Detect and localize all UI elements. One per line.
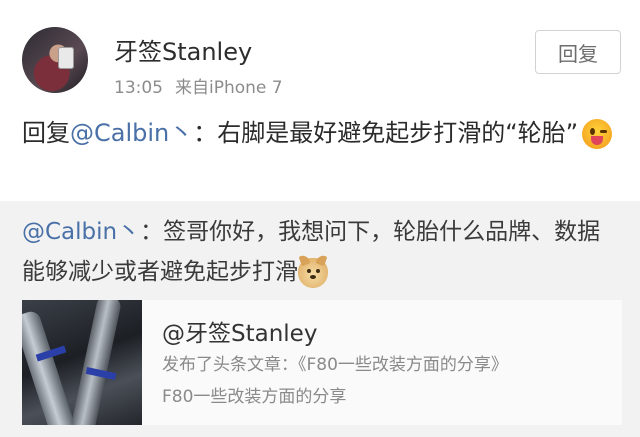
author-name[interactable]: 牙签Stanley (114, 32, 252, 67)
post-meta: 13:05 来自iPhone 7 (114, 73, 283, 98)
doge-emoji-icon (298, 253, 328, 288)
reply-button[interactable]: 回复 (535, 30, 621, 74)
reply-content: 回复@Calbin丶：右脚是最好避免起步打滑的“轮胎” (22, 111, 622, 155)
original-colon: ： (140, 219, 164, 245)
article-card-title: @牙签Stanley (162, 321, 318, 347)
avatar[interactable] (22, 27, 88, 93)
article-card[interactable]: @牙签Stanley 发布了头条文章：《F80一些改装方面的分享》 F80一些改… (22, 300, 622, 425)
post-source: 来自iPhone 7 (175, 78, 283, 98)
original-mention-link[interactable]: @Calbin丶 (22, 219, 140, 245)
reply-mention-link[interactable]: @Calbin丶 (70, 119, 193, 147)
tongue-out-emoji-icon (582, 119, 613, 149)
original-post-text: @Calbin丶：签哥你好，我想问下，轮胎什么品牌、数据能够减少或者避免起步打滑 (22, 212, 622, 292)
reply-body: 右脚是最好避免起步打滑的“轮胎” (217, 119, 579, 147)
reply-colon: ： (193, 119, 218, 147)
article-card-summary: 发布了头条文章：《F80一些改装方面的分享》 (162, 355, 508, 375)
reply-prefix: 回复 (22, 119, 70, 147)
article-card-subtitle: F80一些改装方面的分享 (162, 387, 347, 407)
article-thumbnail (22, 300, 142, 425)
avatar-phone-icon (58, 47, 74, 69)
post-time: 13:05 (114, 78, 163, 98)
